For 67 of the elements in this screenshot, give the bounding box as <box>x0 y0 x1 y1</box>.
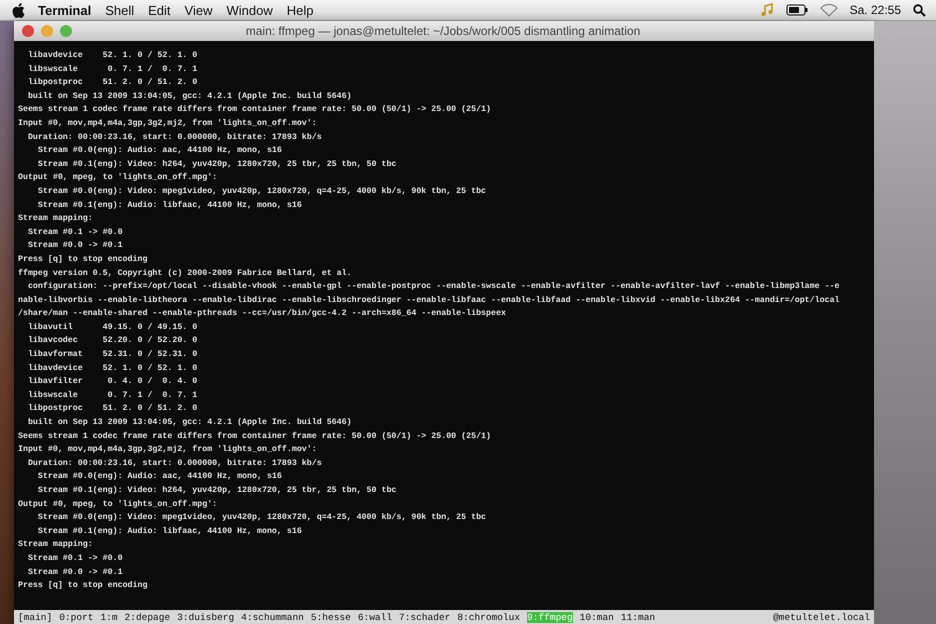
battery-icon[interactable] <box>786 4 808 16</box>
terminal-line: libpostproc 51. 2. 0 / 51. 2. 0 <box>26 78 198 88</box>
terminal-line: Stream #0.1(eng): Video: h264, yuv420p, 1280x720, 25 tbr, 25 tbn, 50 tbc <box>36 486 396 495</box>
tmux-window-tab[interactable]: 1:m <box>100 612 118 622</box>
terminal-line: Stream mapping: <box>18 540 93 550</box>
tmux-window-tab[interactable]: 11:man <box>620 612 656 622</box>
terminal-line: libavcodec 52.20. 0 / 52.20. 0 <box>26 336 198 346</box>
menu-item[interactable]: Help <box>286 2 314 18</box>
terminal-line: nable-libvorbis --enable-libtheora --enable-libdirac --enable-libschroedinger --enable-libfaac --enable-libfaad --enable-libxvid --enable-libx264 --mandir=/opt/local <box>18 296 840 305</box>
terminal-line: libavdevice 52. 1. 0 / 52. 1. 0 <box>26 364 198 373</box>
session-name: [main] <box>18 612 52 622</box>
apple-logo-icon[interactable] <box>12 2 25 18</box>
tmux-window-tab[interactable]: 5:hesse <box>310 612 351 622</box>
terminal-line: Stream #0.1(eng): Audio: libfaac, 44100 Hz, mono, s16 <box>36 200 302 210</box>
terminal-line: libavformat 52.31. 0 / 52.31. 0 <box>26 350 198 360</box>
wifi-icon[interactable] <box>820 3 838 17</box>
terminal-line: Seems stream 1 codec frame rate differs from container frame rate: 50.00 (50/1) -> 25.00 (25/1) <box>18 105 491 114</box>
menu-item[interactable]: Edit <box>147 2 172 18</box>
terminal-line: libavdevice 52. 1. 0 / 52. 1. 0 <box>26 51 198 60</box>
terminal-line: Input #0, mov,mp4,m4a,3gp,3g2,mj2, from 'lights_on_off.mov': <box>18 445 317 454</box>
music-note-icon[interactable] <box>760 3 774 17</box>
terminal-line: Stream #0.1(eng): Video: h264, yuv420p, 1280x720, 25 tbr, 25 tbn, 50 tbc <box>36 160 396 169</box>
menu-item[interactable]: Shell <box>104 2 136 18</box>
search-icon[interactable] <box>913 4 926 16</box>
terminal-line: Press [q] to stop encoding <box>18 581 148 590</box>
terminal-line: Duration: 00:00:23.16, start: 0.000000, bitrate: 17893 kb/s <box>26 132 322 142</box>
terminal-line: libpostproc 51. 2. 0 / 51. 2. 0 <box>26 404 198 414</box>
terminal-line: libswscale 0. 7. 1 / 0. 7. 1 <box>26 390 198 400</box>
tmux-window-tab[interactable]: 2:depage <box>124 612 170 622</box>
terminal-line: configuration: --prefix=/opt/local --disable-vhook --enable-gpl --enable-postproc --enable-swscale --enable-avfilter --enable-avfilter-lavf --enable-libmp3lame --e <box>26 282 840 292</box>
tmux-window-tab[interactable]: 8:chromolux <box>457 612 520 622</box>
tmux-window-tab[interactable]: 10:man <box>580 612 614 622</box>
terminal-line: Stream #0.0 -> #0.1 <box>26 241 123 250</box>
tmux-window-tab[interactable]: 7:schader <box>399 612 450 622</box>
menu-item[interactable]: View <box>184 2 214 18</box>
terminal-line: libavutil 49.15. 0 / 49.15. 0 <box>26 322 198 332</box>
terminal-line: Press [q] to stop encoding <box>18 254 148 264</box>
terminal-line: Stream #0.1(eng): Audio: libfaac, 44100 Hz, mono, s16 <box>36 526 302 536</box>
menu-item[interactable]: Window <box>226 2 274 18</box>
terminal-line: built on Sep 13 2009 13:04:05, gcc: 4.2.1 (Apple Inc. build 5646) <box>26 418 352 428</box>
terminal-line: ffmpeg version 0.5, Copyright (c) 2000-2009 Fabrice Bellard, et al. <box>18 268 352 278</box>
terminal-line: Output #0, mpeg, to 'lights_on_off.mpg': <box>18 500 218 509</box>
terminal-line: Output #0, mpeg, to 'lights_on_off.mpg': <box>18 173 218 182</box>
terminal-line: Stream #0.0(eng): Audio: aac, 44100 Hz, mono, s16 <box>36 472 282 482</box>
tmux-window-tab[interactable]: 0:port <box>59 612 94 622</box>
terminal-line: libavfilter 0. 4. 0 / 0. 4. 0 <box>26 377 198 386</box>
terminal-line: Stream mapping: <box>18 214 93 224</box>
window-title: main: ffmpeg — jonas@metultelet: ~/Jobs/work/005 dismantling animation <box>244 24 642 38</box>
terminal-line: Seems stream 1 codec frame rate differs from container frame rate: 50.00 (50/1) -> 25.00 (25/1) <box>18 432 491 441</box>
menu-item[interactable]: Terminal <box>37 2 92 18</box>
terminal-line: /share/man --enable-shared --enable-pthreads --cc=/usr/bin/gcc-4.2 --arch=x86_64 --enable-libspeex <box>18 309 506 318</box>
terminal-line: Stream #0.1 -> #0.0 <box>26 554 123 563</box>
terminal-line: Stream #0.0(eng): Video: mpeg1video, yuv420p, 1280x720, q=4-25, 4000 kb/s, 90k tbn, 25 tbc <box>36 513 486 522</box>
terminal-line: Stream #0.0(eng): Audio: aac, 44100 Hz, mono, s16 <box>36 146 282 156</box>
tmux-window-tab[interactable]: 3:duisberg <box>177 612 234 622</box>
tmux-window-tab[interactable]: 4:schummann <box>241 612 304 622</box>
menu-clock[interactable]: Sa. 22:55 <box>850 3 901 17</box>
tmux-window-tab[interactable]: 6:wall <box>358 612 392 622</box>
terminal-line: Stream #0.1 -> #0.0 <box>26 228 123 237</box>
terminal-line: built on Sep 13 2009 13:04:05, gcc: 4.2.1 (Apple Inc. build 5646) <box>26 92 352 101</box>
host-name: @metultelet.local <box>773 612 870 622</box>
terminal-line: Duration: 00:00:23.16, start: 0.000000, bitrate: 17893 kb/s <box>26 458 322 468</box>
terminal-line: Stream #0.0(eng): Video: mpeg1video, yuv420p, 1280x720, q=4-25, 4000 kb/s, 90k tbn, 25 tbc <box>36 186 486 196</box>
terminal-line: Stream #0.0 -> #0.1 <box>26 568 123 577</box>
terminal-line: Input #0, mov,mp4,m4a,3gp,3g2,mj2, from 'lights_on_off.mov': <box>18 118 317 128</box>
close-button[interactable] <box>22 25 34 37</box>
terminal-line: libswscale 0. 7. 1 / 0. 7. 1 <box>26 64 198 74</box>
